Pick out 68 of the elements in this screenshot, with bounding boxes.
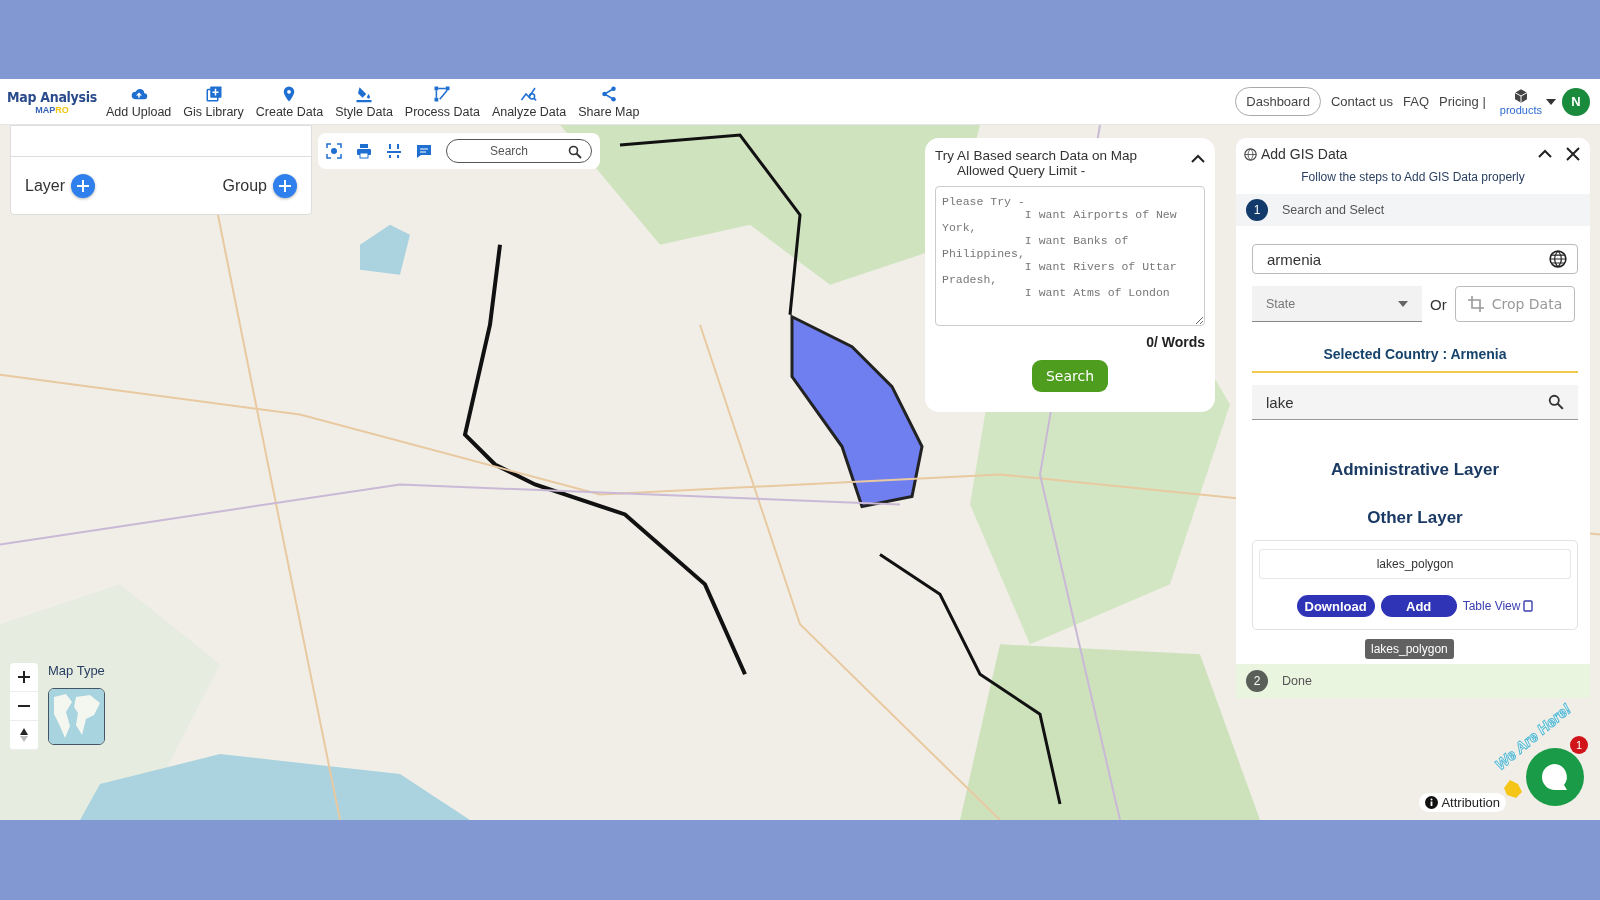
- query-input[interactable]: Please Try - I want Airports of New York, I want Banks of Philippines, I want Rivers of Uttar Pradesh, I want Atms of London: [935, 186, 1205, 326]
- download-button[interactable]: Download: [1296, 595, 1375, 617]
- crop-icon: [1467, 296, 1484, 312]
- header-link[interactable]: Contact us: [1330, 94, 1394, 109]
- print-icon[interactable]: [356, 143, 372, 159]
- selected-country-label: Selected Country : Armenia: [1323, 346, 1507, 362]
- section-heading: Other Layer: [1366, 508, 1464, 528]
- layer-button[interactable]: Layer: [25, 173, 96, 198]
- paint-bucket-icon: [355, 84, 373, 103]
- country-field[interactable]: armenia: [1252, 244, 1578, 274]
- add-icon[interactable]: [71, 173, 96, 198]
- or-label: Or: [1430, 295, 1447, 313]
- nav-item[interactable]: Create Data: [249, 84, 330, 119]
- comment-icon[interactable]: [416, 143, 432, 159]
- add-button[interactable]: Add: [1380, 595, 1457, 617]
- nav-item[interactable]: Share Map: [572, 84, 646, 119]
- nav-item[interactable]: Process Data: [398, 84, 486, 119]
- group-button[interactable]: Group: [222, 173, 297, 198]
- instructions-text: Follow the steps to Add GIS Data properly: [1300, 169, 1526, 186]
- tablet-icon: [1523, 600, 1534, 612]
- map-type-label: Map Type: [48, 663, 105, 678]
- logo-subtitle: MAPRO: [35, 104, 69, 115]
- nav-item[interactable]: Add Upload: [100, 84, 178, 119]
- library-add-icon: [204, 84, 223, 103]
- compass-icon: [19, 728, 29, 742]
- state-dropdown[interactable]: State: [1252, 286, 1422, 322]
- user-avatar[interactable]: N: [1562, 87, 1590, 116]
- share-icon: [599, 84, 618, 103]
- nodes-icon: [433, 84, 452, 103]
- close-icon[interactable]: [1566, 147, 1580, 161]
- tooltip: lakes_polygon: [1365, 639, 1454, 659]
- header-link[interactable]: Pricing |: [1439, 94, 1486, 109]
- dashboard-button[interactable]: Dashboard: [1235, 87, 1321, 116]
- focus-icon[interactable]: [326, 143, 342, 159]
- nav-item[interactable]: Gis Library: [177, 84, 250, 119]
- header-link[interactable]: FAQ: [1403, 94, 1430, 109]
- cube-icon: [1512, 87, 1529, 104]
- section-heading: Administrative Layer: [1329, 460, 1501, 480]
- globe-icon: [1244, 147, 1257, 161]
- add-icon[interactable]: [273, 173, 297, 198]
- caret-icon[interactable]: [1546, 97, 1556, 106]
- measure-icon[interactable]: [386, 143, 402, 159]
- panel-title: Try AI Based search Data on Map: [935, 148, 1138, 163]
- collapse-icon[interactable]: [1538, 149, 1552, 159]
- step-number: 2: [1246, 670, 1268, 692]
- word-count: 0/ Words: [1146, 334, 1205, 350]
- collapse-icon[interactable]: [1191, 154, 1205, 164]
- attribution-button[interactable]: Attribution: [1419, 793, 1506, 812]
- globe-icon: [1549, 250, 1567, 268]
- logo-title: Map Analysis: [7, 88, 97, 105]
- search-field[interactable]: Search: [446, 139, 592, 163]
- products-button[interactable]: products: [1495, 87, 1546, 116]
- step-number: 1: [1246, 199, 1268, 221]
- panel-title: Add GIS Data: [1261, 146, 1349, 162]
- caret-icon: [1398, 300, 1408, 307]
- plus-icon: [18, 671, 30, 683]
- world-map-icon[interactable]: [48, 688, 105, 745]
- step-label: Done: [1282, 674, 1312, 688]
- search-icon: [1548, 394, 1564, 410]
- step-label: Search and Select: [1282, 203, 1385, 217]
- table-view-link[interactable]: Table View: [1462, 599, 1534, 613]
- info-icon: [1425, 796, 1439, 809]
- nav-item[interactable]: Style Data: [329, 84, 399, 119]
- nav-item[interactable]: Analyze Data: [485, 84, 573, 119]
- search-icon: [568, 145, 582, 159]
- layer-name: lakes_polygon: [1259, 549, 1571, 579]
- query-limit-label: Allowed Query Limit -: [956, 163, 1087, 178]
- layer-search-field[interactable]: lake: [1252, 385, 1578, 420]
